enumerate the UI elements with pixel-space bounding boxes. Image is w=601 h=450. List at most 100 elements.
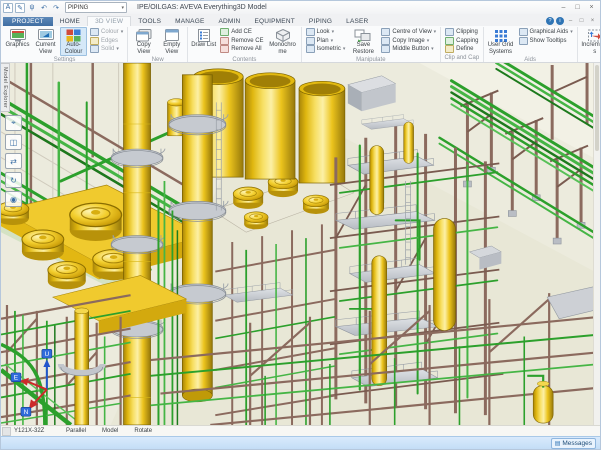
ribbon-group-label: Manipulate	[304, 56, 439, 63]
tab-manage[interactable]: MANAGE	[168, 17, 211, 26]
viewport: U E N Model Explorer ⌖ ◫ ⇄ ↻ ◉	[1, 63, 600, 425]
current-view-button[interactable]: Current View	[32, 27, 59, 56]
remove-all-button[interactable]: Remove All	[218, 45, 265, 54]
tab-tools[interactable]: TOOLS	[131, 17, 168, 26]
graphical-aids-button[interactable]: Graphical Aids▾	[517, 28, 575, 37]
isometric-button[interactable]: Isometric▾	[304, 45, 348, 54]
view-toolbar: ⌖ ◫ ⇄ ↻ ◉	[5, 115, 22, 207]
connection-icon[interactable]: ψ	[27, 3, 37, 13]
snapshot-icon[interactable]: ◉	[5, 191, 22, 207]
edit-icon[interactable]: ✎	[15, 3, 25, 13]
model-explorer-panel-tab[interactable]: Model Explorer	[1, 63, 10, 112]
colour-button[interactable]: Colour▾	[88, 28, 125, 37]
doc-minimize-button[interactable]: –	[566, 17, 575, 25]
discipline-value: PIPING	[68, 5, 88, 11]
maximize-button[interactable]: □	[571, 3, 584, 13]
save-restore-button[interactable]: Save Restore	[348, 27, 378, 56]
capping-icon	[445, 37, 454, 45]
middle-button-button[interactable]: Middle Button▾	[379, 45, 438, 54]
remove-ce-button[interactable]: Remove CE	[218, 37, 265, 46]
app-icon[interactable]: A	[3, 3, 13, 13]
auto-colour-icon	[66, 29, 81, 42]
graphics-button[interactable]: Graphics	[4, 27, 31, 56]
help-icon[interactable]: ?	[546, 17, 554, 25]
view-status-bar: Y121X-32Z Parallel Model Rotate	[1, 425, 600, 436]
plan-label: Plan	[317, 38, 329, 44]
tab-equipment[interactable]: EQUIPMENT	[247, 17, 301, 26]
ribbon-group-label: Clip and Cap	[443, 54, 480, 62]
isometric-label: Isometric	[317, 46, 341, 52]
messages-button[interactable]: ▤ Messages	[551, 438, 596, 449]
add-ce-button[interactable]: Add CE	[218, 28, 265, 37]
projection-mode[interactable]: Parallel	[66, 428, 86, 434]
solid-label: Solid	[101, 46, 114, 52]
show-tooltips-button[interactable]: Show Tooltips	[517, 37, 575, 46]
axis-east-label: E	[14, 375, 18, 382]
navigation-mode[interactable]: Rotate	[134, 428, 152, 434]
model-3d-view[interactable]: U E N	[1, 63, 600, 425]
chevron-down-icon: ▾	[343, 46, 346, 52]
graphical-aids-label: Graphical Aids	[530, 29, 569, 35]
tab-admin[interactable]: ADMIN	[212, 17, 248, 26]
tab-laser[interactable]: LASER	[339, 17, 375, 26]
increments-button[interactable]: Increments	[580, 27, 600, 56]
ribbon-group-contents: Draw List Add CE Remove CE Remove All Mo…	[188, 27, 301, 62]
window-title: IPE/OILGAS: AVEVA Everything3D Model	[137, 4, 267, 11]
messages-label: Messages	[562, 440, 592, 447]
plan-button[interactable]: Plan▾	[304, 37, 348, 46]
copy-view-button[interactable]: Copy View	[130, 27, 157, 56]
minimize-button[interactable]: –	[557, 3, 570, 13]
draw-list-label: Draw List	[191, 42, 216, 49]
tab-3d-view[interactable]: 3D VIEW	[87, 16, 131, 26]
ribbon-group-label: Settings	[4, 56, 125, 63]
info-icon[interactable]: i	[556, 17, 564, 25]
pan-icon[interactable]: ⇄	[5, 153, 22, 169]
status-bar: ▤ Messages	[1, 436, 600, 449]
copy-view-label: Copy View	[131, 42, 156, 55]
centre-of-view-label: Centre of View	[392, 29, 431, 35]
ribbon-tab-bar: PROJECT HOME 3D VIEW TOOLS MANAGE ADMIN …	[1, 14, 600, 26]
show-tooltips-label: Show Tooltips	[530, 38, 567, 44]
draw-list-button[interactable]: Draw List	[190, 27, 217, 56]
views-icon[interactable]: ◫	[5, 134, 22, 150]
edges-button[interactable]: Edges	[88, 37, 125, 46]
scrollbar-thumb[interactable]	[595, 65, 599, 151]
undo-icon[interactable]: ↶	[39, 3, 49, 13]
close-button[interactable]: ×	[585, 3, 598, 13]
doc-close-button[interactable]: ×	[588, 17, 597, 25]
ribbon-group-label: Model Editor	[580, 56, 600, 63]
redo-icon[interactable]: ↷	[51, 3, 61, 13]
remove-ce-label: Remove CE	[231, 38, 263, 44]
auto-colour-button[interactable]: Auto-Colour	[60, 27, 87, 56]
window-controls: – □ ×	[557, 3, 598, 13]
doc-restore-button[interactable]: □	[577, 17, 586, 25]
copy-image-label: Copy Image	[392, 38, 424, 44]
clipping-button[interactable]: Clipping	[443, 28, 480, 37]
monochrome-button[interactable]: Monochrome	[267, 27, 299, 56]
rotate-icon[interactable]: ↻	[5, 172, 22, 188]
chevron-down-icon: ▾	[332, 29, 335, 35]
copy-image-button[interactable]: Copy Image▾	[379, 37, 438, 46]
user-grid-systems-icon	[494, 29, 508, 42]
title-bar: A ✎ ψ ↶ ↷ PIPING ▾ IPE/OILGAS: AVEVA Eve…	[1, 1, 600, 14]
chevron-down-icon: ▾	[431, 46, 434, 52]
capping-button[interactable]: Capping	[443, 37, 480, 46]
tab-piping[interactable]: PIPING	[302, 17, 339, 26]
render-mode[interactable]: Model	[102, 428, 118, 434]
ribbon-group-label: New	[130, 56, 185, 63]
empty-view-button[interactable]: Empty View	[158, 27, 185, 56]
graphical-aids-icon	[519, 28, 528, 36]
discipline-combobox[interactable]: PIPING ▾	[65, 2, 127, 13]
crosshair-icon[interactable]: ⌖	[5, 115, 22, 131]
tab-home[interactable]: HOME	[53, 17, 87, 26]
ribbon: Graphics Current View Auto-Colour Colour…	[1, 26, 600, 63]
define-button[interactable]: Define	[443, 45, 480, 54]
user-grid-systems-button[interactable]: User Grid Systems	[486, 27, 516, 56]
look-button[interactable]: Look▾	[304, 28, 348, 37]
add-ce-label: Add CE	[231, 29, 252, 35]
viewport-scrollbar[interactable]	[593, 63, 600, 425]
solid-button[interactable]: Solid▾	[88, 45, 125, 54]
centre-of-view-button[interactable]: Centre of View▾	[379, 28, 438, 37]
clipping-icon	[445, 28, 454, 36]
tab-project[interactable]: PROJECT	[3, 17, 53, 26]
